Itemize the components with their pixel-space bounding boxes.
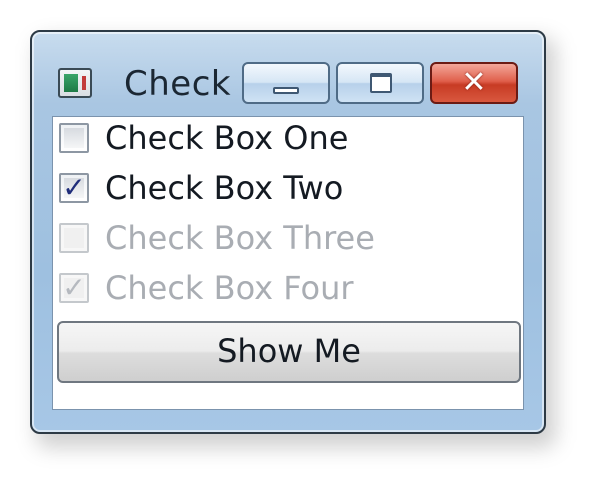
maximize-button[interactable]	[336, 62, 424, 104]
dialog-window: Check ✕ Check Box One ✓ Check Box Two Ch…	[30, 30, 546, 434]
checkbox-one-inner	[64, 128, 84, 148]
title-bar[interactable]: Check ✕	[32, 32, 544, 116]
checkbox-two-label[interactable]: Check Box Two	[105, 169, 343, 207]
minimize-icon	[273, 87, 299, 94]
checkbox-three	[59, 223, 89, 253]
checkbox-four: ✓	[59, 271, 89, 304]
close-button[interactable]: ✕	[430, 62, 518, 104]
maximize-icon	[370, 73, 392, 93]
checkbox-row-four: ✓ Check Box Four	[53, 267, 523, 313]
app-icon-bar	[64, 74, 78, 92]
checkbox-one-label[interactable]: Check Box One	[105, 119, 348, 157]
checkbox-row-two[interactable]: ✓ Check Box Two	[53, 167, 523, 213]
window-title: Check	[124, 64, 232, 104]
checkbox-row-three: Check Box Three	[53, 217, 523, 263]
checkbox-three-inner	[64, 228, 84, 248]
app-icon-dot	[82, 76, 86, 90]
app-icon	[58, 68, 92, 98]
check-mark-icon: ✓	[62, 271, 86, 304]
show-me-button[interactable]: Show Me	[57, 321, 521, 383]
client-area: Check Box One ✓ Check Box Two Check Box …	[52, 116, 524, 410]
check-mark-icon: ✓	[62, 171, 86, 204]
close-icon: ✕	[461, 65, 487, 100]
checkbox-four-label: Check Box Four	[105, 269, 354, 307]
checkbox-row-one[interactable]: Check Box One	[53, 117, 523, 163]
checkbox-three-label: Check Box Three	[105, 219, 375, 257]
minimize-button[interactable]	[242, 62, 330, 104]
checkbox-two[interactable]: ✓	[59, 171, 89, 204]
checkbox-one[interactable]	[59, 123, 89, 153]
